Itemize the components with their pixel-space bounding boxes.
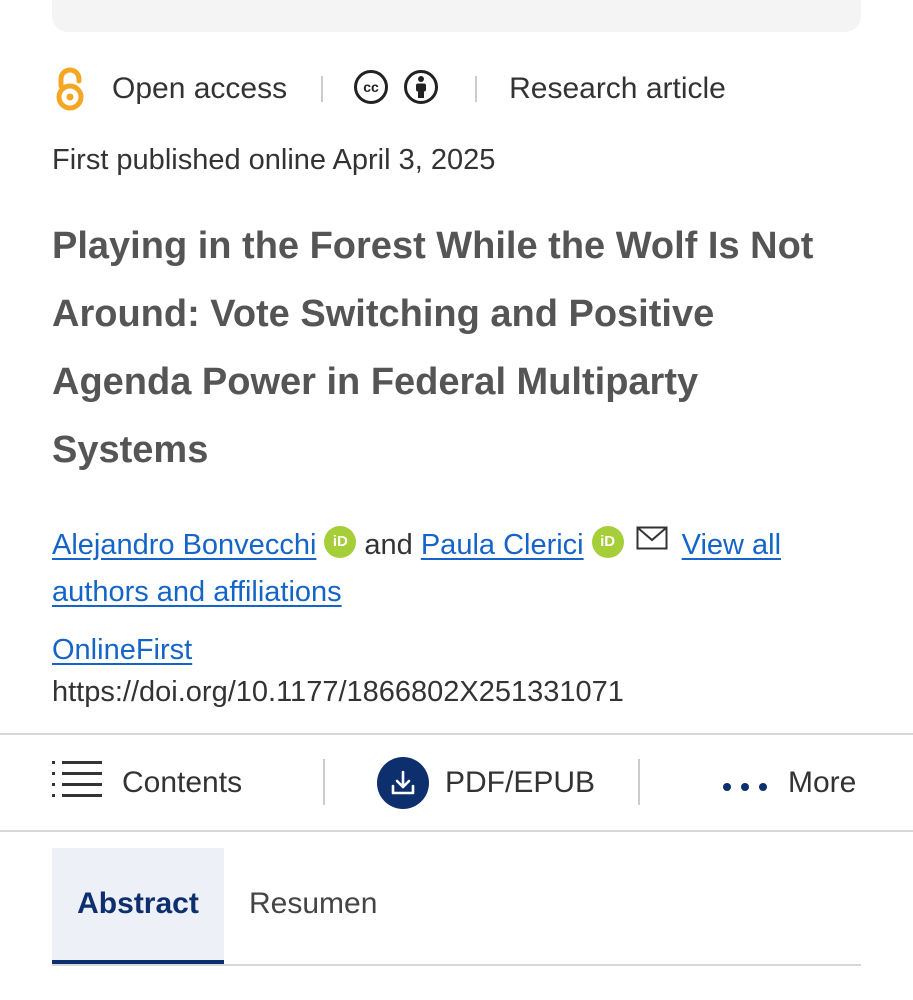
orcid-icon[interactable]: iD — [324, 525, 357, 558]
cc-icon: cc — [353, 69, 389, 110]
orcid-icon[interactable]: iD — [591, 525, 624, 558]
open-access-icon — [52, 66, 88, 112]
article-meta-row: Open access cc Research article — [52, 64, 726, 114]
pdf-epub-label: PDF/EPUB — [445, 765, 596, 799]
divider — [323, 759, 325, 805]
author-link-clerici[interactable]: Paula Clerici — [421, 529, 584, 561]
divider — [321, 76, 324, 102]
divider — [475, 76, 478, 102]
abstract-tabs: Abstract Resumen — [52, 848, 861, 966]
authors-line: Alejandro Bonvecchi iD and Paula Clerici iD… — [52, 518, 872, 616]
publication-date: First published online April 3, 2025 — [52, 144, 496, 176]
top-card — [52, 0, 861, 32]
article-toolbar: Contents PDF/EPUB More — [0, 733, 913, 832]
mail-icon[interactable] — [636, 518, 668, 565]
article-title: Playing in the Forest While the Wolf Is … — [52, 225, 814, 471]
tab-resumen[interactable]: Resumen — [249, 848, 377, 960]
download-icon — [377, 756, 429, 809]
doi[interactable]: https://doi.org/10.1177/1866802X25133107… — [52, 676, 624, 709]
more-label: More — [788, 765, 857, 799]
issue-link[interactable]: OnlineFirst — [52, 634, 192, 667]
author-connector: and — [364, 529, 413, 561]
contents-button[interactable]: Contents — [52, 735, 242, 830]
article-type: Research article — [509, 72, 726, 105]
tab-abstract[interactable]: Abstract — [52, 848, 224, 964]
open-access-label: Open access — [112, 72, 288, 105]
more-dots-icon — [722, 766, 768, 800]
more-button[interactable]: More — [722, 735, 856, 830]
license-icons[interactable]: cc — [353, 69, 439, 110]
by-attribution-icon — [403, 69, 439, 110]
svg-text:cc: cc — [363, 79, 379, 95]
author-link-bonvecchi[interactable]: Alejandro Bonvecchi — [52, 529, 316, 561]
pdf-epub-button[interactable]: PDF/EPUB — [377, 735, 595, 830]
divider — [638, 759, 640, 805]
menu-icon — [52, 758, 104, 808]
contents-label: Contents — [122, 765, 243, 799]
